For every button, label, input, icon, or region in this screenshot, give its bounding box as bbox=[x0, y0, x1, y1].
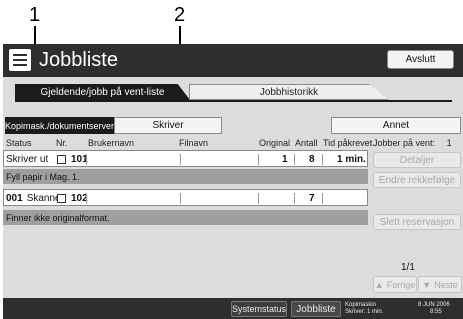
callout-1: 1 bbox=[29, 4, 41, 26]
device-screen: Jobbliste Avslutt Gjeldende/jobb på vent… bbox=[3, 44, 463, 319]
col-divider bbox=[294, 154, 295, 165]
bottom-status-bar: Systemstatus Jobbliste Kopimaskin Skrive… bbox=[3, 298, 463, 319]
job-list-icon bbox=[9, 49, 31, 71]
job-count: 8 bbox=[309, 154, 315, 165]
status-date: 8 JUN 2006 bbox=[418, 302, 450, 308]
previous-page-button[interactable]: ▲ Forrige bbox=[373, 276, 417, 293]
callout-2: 2 bbox=[174, 4, 186, 26]
delete-reservation-button[interactable]: Slett reservasjon bbox=[373, 214, 461, 230]
tab-current-jobs[interactable]: Gjeldende/jobb på vent-liste bbox=[15, 84, 190, 100]
col-divider bbox=[258, 193, 259, 204]
col-divider bbox=[322, 154, 323, 165]
system-status-button[interactable]: Systemstatus bbox=[231, 301, 287, 317]
page-indicator: 1/1 bbox=[401, 262, 415, 273]
col-header-nr: Nr. bbox=[56, 138, 68, 148]
job-list-button[interactable]: Jobbliste bbox=[291, 301, 341, 317]
subtab-copier-docserver[interactable]: Kopimask./dokumentserver bbox=[5, 117, 114, 134]
col-header-original: Original bbox=[259, 138, 291, 148]
col-divider bbox=[86, 193, 87, 204]
change-order-button[interactable]: Endre rekkefølge bbox=[373, 172, 461, 188]
col-header-status: Status bbox=[6, 138, 32, 148]
next-page-button[interactable]: ▼ Neste bbox=[418, 276, 462, 293]
status-time: 8:55 bbox=[430, 309, 442, 315]
job-original: 1 bbox=[282, 154, 288, 165]
col-divider bbox=[180, 154, 181, 165]
job-prefix: 001 bbox=[6, 193, 23, 204]
table-row[interactable]: 001 Skanner 102 7 bbox=[3, 189, 368, 206]
col-divider bbox=[322, 193, 323, 204]
col-header-time: Tid påkrevet bbox=[323, 138, 373, 148]
jobs-waiting-text: Jobber på vent: bbox=[373, 138, 436, 148]
title-bar: Jobbliste Avslutt bbox=[3, 44, 463, 77]
document-icon bbox=[57, 155, 66, 164]
next-label: Neste bbox=[434, 279, 458, 290]
job-nr: 102 bbox=[57, 190, 88, 207]
table-row[interactable]: Skriver ut 101 1 8 1 min. bbox=[3, 150, 368, 167]
device-status-line2: Skriver: 1 min. bbox=[345, 309, 384, 315]
screen-title: Jobbliste bbox=[39, 49, 118, 71]
previous-label: Forrige bbox=[386, 279, 416, 290]
jobs-waiting-label: Jobber på vent: 1 bbox=[373, 138, 452, 148]
col-header-user: Brukernavn bbox=[88, 138, 135, 148]
details-button[interactable]: Detaljer bbox=[373, 152, 461, 168]
job-message: Finner ikke originalformat. bbox=[3, 210, 368, 225]
job-time: 1 min. bbox=[337, 154, 366, 165]
col-divider bbox=[258, 154, 259, 165]
document-icon bbox=[57, 194, 66, 203]
tab-job-history[interactable]: Jobbhistorikk bbox=[189, 84, 389, 100]
job-status: 001 Skanner bbox=[6, 190, 64, 207]
job-count: 7 bbox=[309, 193, 315, 204]
jobs-waiting-count: 1 bbox=[446, 138, 452, 148]
subtab-other[interactable]: Annet bbox=[331, 117, 461, 134]
job-status: Skriver ut bbox=[6, 154, 49, 165]
triangle-up-icon: ▲ bbox=[374, 279, 384, 290]
col-divider bbox=[294, 193, 295, 204]
subtab-printer[interactable]: Skriver bbox=[114, 117, 222, 134]
triangle-down-icon: ▼ bbox=[422, 279, 432, 290]
col-divider bbox=[86, 154, 87, 165]
col-header-count: Antall bbox=[295, 138, 318, 148]
exit-button[interactable]: Avslutt bbox=[387, 50, 454, 69]
col-header-file: Filnavn bbox=[179, 138, 209, 148]
tab-underline bbox=[15, 100, 452, 102]
job-message: Fyll papir i Mag. 1. bbox=[3, 169, 368, 184]
device-status-line1: Kopimaskin bbox=[345, 302, 377, 308]
job-nr: 101 bbox=[57, 151, 88, 168]
col-divider bbox=[180, 193, 181, 204]
